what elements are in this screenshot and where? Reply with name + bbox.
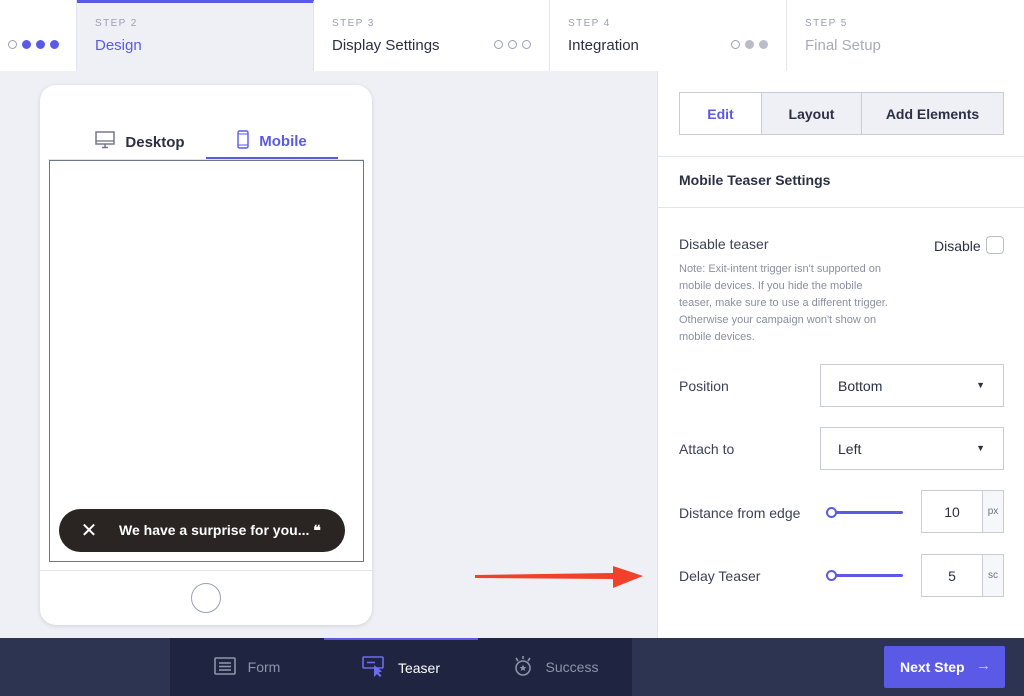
step-title: Design xyxy=(95,37,142,54)
tab-success[interactable]: Success xyxy=(478,638,632,696)
step-3[interactable]: STEP 3 Display Settings xyxy=(314,0,550,71)
mobile-icon xyxy=(237,129,249,153)
tab-label: Form xyxy=(247,659,281,675)
mobile-preview: Desktop Mobile ✕ We have a surprise for … xyxy=(40,85,372,625)
close-icon[interactable]: ✕ xyxy=(59,518,119,543)
teaser-bar[interactable]: ✕ We have a surprise for you... ❝ xyxy=(59,509,345,552)
caret-down-icon: ▼ xyxy=(976,443,985,453)
section-title: Mobile Teaser Settings xyxy=(679,172,831,188)
caret-down-icon: ▼ xyxy=(976,380,985,390)
mobile-screen: ✕ We have a surprise for you... ❝ xyxy=(49,160,364,562)
tab-layout[interactable]: Layout xyxy=(761,93,861,134)
arrow-right-icon: → xyxy=(976,657,991,674)
step-number: STEP 4 xyxy=(568,18,611,29)
delay-unit: sc xyxy=(982,555,1003,596)
delay-slider[interactable] xyxy=(826,570,903,581)
attach-to-label: Attach to xyxy=(679,441,735,457)
step-title: Final Setup xyxy=(805,37,881,54)
delay-value[interactable]: 5 xyxy=(922,555,982,596)
tab-edit[interactable]: Edit xyxy=(680,93,761,134)
slider-handle[interactable] xyxy=(826,507,837,518)
attach-to-select[interactable]: Left ▼ xyxy=(820,427,1004,470)
tab-label: Mobile xyxy=(259,132,307,150)
disable-checkbox-label: Disable xyxy=(934,238,981,254)
distance-slider[interactable] xyxy=(826,507,903,518)
device-tabs: Desktop Mobile xyxy=(40,125,372,159)
position-label: Position xyxy=(679,378,729,394)
distance-value[interactable]: 10 xyxy=(922,491,982,532)
step-number: STEP 3 xyxy=(332,18,375,29)
tab-add-elements[interactable]: Add Elements xyxy=(861,93,1003,134)
step-number: STEP 5 xyxy=(805,18,848,29)
panel-tabs: Edit Layout Add Elements xyxy=(679,92,1004,135)
divider xyxy=(658,156,1024,157)
position-value: Bottom xyxy=(838,377,883,394)
step-1[interactable] xyxy=(0,0,77,71)
divider xyxy=(658,207,1024,208)
slider-handle[interactable] xyxy=(826,570,837,581)
step-4-progress xyxy=(731,40,768,49)
form-icon xyxy=(213,656,236,678)
next-step-label: Next Step xyxy=(900,659,965,675)
next-step-button[interactable]: Next Step → xyxy=(884,646,1005,688)
divider xyxy=(40,570,372,571)
step-1-progress xyxy=(8,40,59,49)
position-select[interactable]: Bottom ▼ xyxy=(820,364,1004,407)
desktop-icon xyxy=(95,131,116,153)
teaser-text: We have a surprise for you... ❝ xyxy=(119,522,321,538)
distance-label: Distance from edge xyxy=(679,505,801,521)
attach-to-value: Left xyxy=(838,440,862,457)
step-3-progress xyxy=(494,40,531,49)
distance-unit: px xyxy=(982,491,1003,532)
tab-label: Teaser xyxy=(397,660,441,676)
success-icon xyxy=(512,655,534,680)
slider-track xyxy=(826,574,903,577)
bottom-bar: Form Teaser Success Next Step → xyxy=(0,638,1024,696)
step-4[interactable]: STEP 4 Integration xyxy=(550,0,787,71)
tab-form[interactable]: Form xyxy=(170,638,324,696)
tab-teaser[interactable]: Teaser xyxy=(324,638,478,696)
step-5: STEP 5 Final Setup xyxy=(787,0,1024,71)
stepper: STEP 2 Design STEP 3 Display Settings ST… xyxy=(0,0,1024,71)
disable-teaser-note: Note: Exit-intent trigger isn't supporte… xyxy=(679,263,888,343)
disable-teaser-label: Disable teaser xyxy=(679,236,769,252)
disable-teaser-checkbox[interactable] xyxy=(986,236,1004,254)
distance-input[interactable]: 10 px xyxy=(921,490,1004,533)
step-2[interactable]: STEP 2 Design xyxy=(77,0,314,71)
annotation-arrow-icon xyxy=(475,566,643,588)
slider-track xyxy=(826,511,903,514)
settings-panel: Edit Layout Add Elements Mobile Teaser S… xyxy=(657,71,1024,638)
step-number: STEP 2 xyxy=(95,18,138,29)
delay-label: Delay Teaser xyxy=(679,568,761,584)
content-tabs: Form Teaser Success xyxy=(170,638,632,696)
tab-label: Desktop xyxy=(125,133,185,151)
delay-input[interactable]: 5 sc xyxy=(921,554,1004,597)
home-button-icon xyxy=(191,583,221,613)
tab-mobile[interactable]: Mobile xyxy=(206,125,338,159)
teaser-icon xyxy=(362,655,386,681)
tab-desktop[interactable]: Desktop xyxy=(74,125,206,159)
tab-label: Success xyxy=(545,659,599,675)
